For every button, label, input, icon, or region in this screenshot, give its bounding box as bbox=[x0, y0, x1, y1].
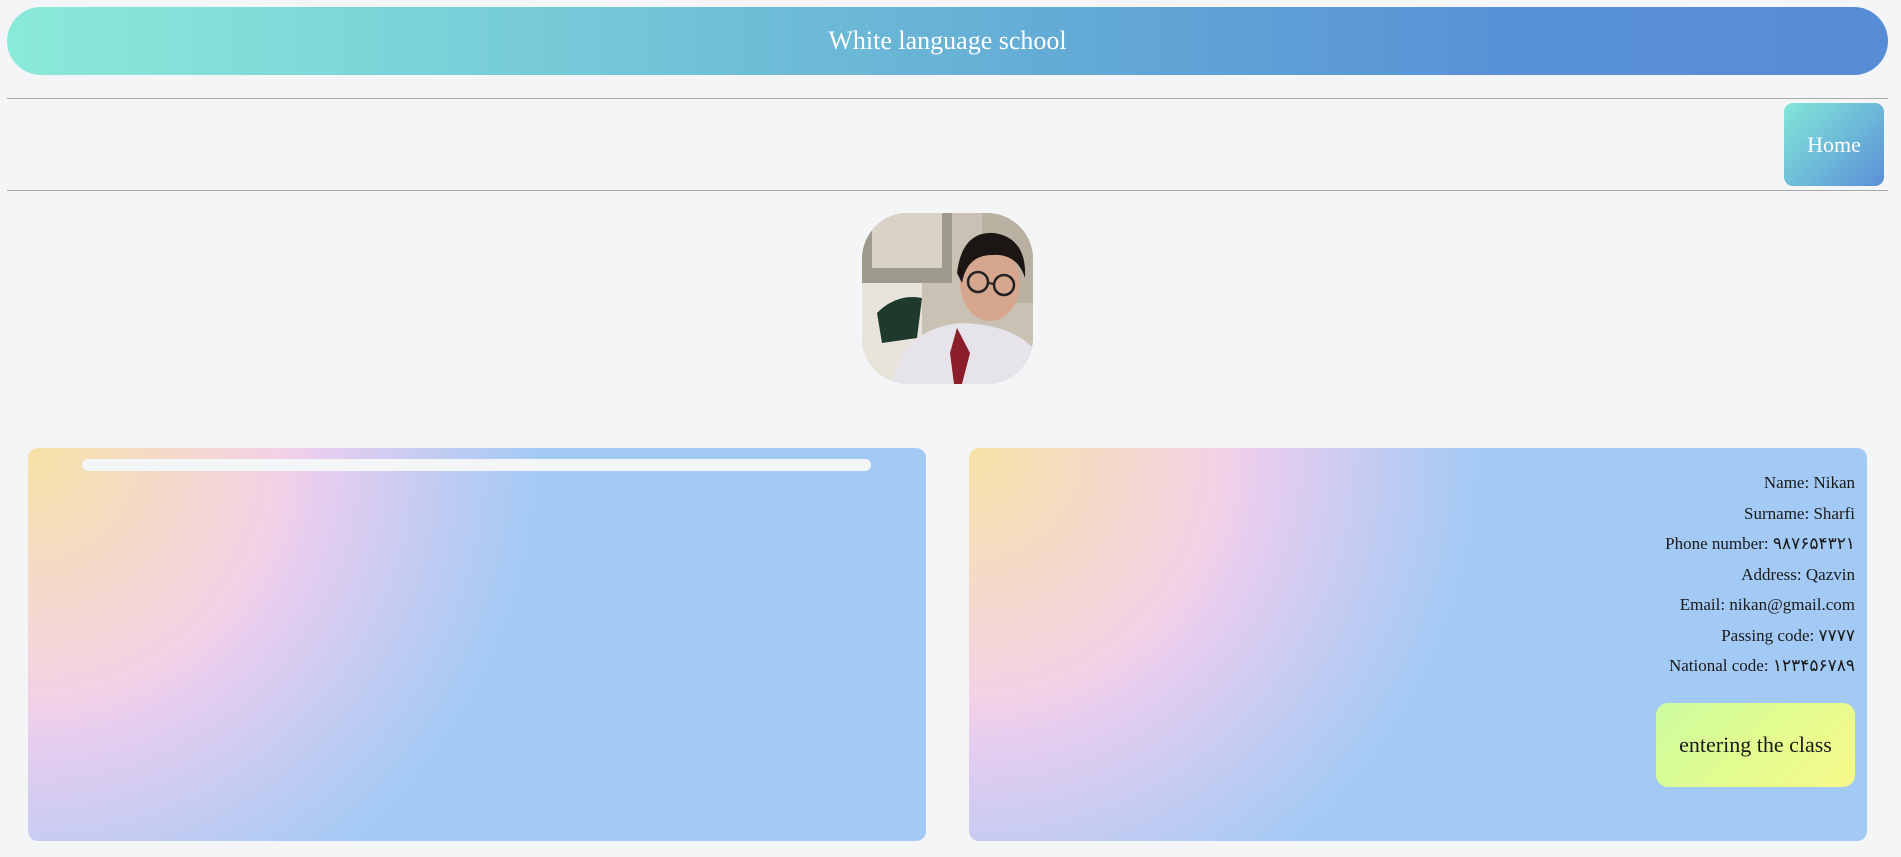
field-email: Email: nikan@gmail.com bbox=[1679, 595, 1855, 614]
student-photo-icon bbox=[862, 213, 1033, 384]
home-button-label: Home bbox=[1807, 131, 1861, 157]
enter-class-label: entering the class bbox=[1679, 732, 1832, 757]
field-passing-code: Passing code: ۷۷۷۷ bbox=[1721, 625, 1855, 645]
enter-class-button[interactable]: entering the class bbox=[1656, 703, 1855, 787]
divider-bottom bbox=[7, 190, 1888, 191]
profile-card: Name: Nikan Surname: Sharfi Phone number… bbox=[969, 448, 1867, 841]
home-button[interactable]: Home bbox=[1784, 103, 1884, 186]
field-name: Name: Nikan bbox=[1763, 473, 1855, 492]
divider-top bbox=[7, 98, 1888, 99]
field-national-code: National code: ۱۲۳۴۵۶۷۸۹ bbox=[1668, 656, 1855, 675]
avatar bbox=[862, 213, 1033, 384]
field-address: Address: Qazvin bbox=[1741, 564, 1855, 584]
class-panel bbox=[28, 448, 926, 841]
field-surname: Surname: Sharfi bbox=[1744, 503, 1855, 523]
field-phone-number: Phone number: ۹۸۷۶۵۴۳۲۱ bbox=[1665, 534, 1855, 553]
site-title: White language school bbox=[828, 26, 1067, 55]
profile-info: Name: Nikan Surname: Sharfi Phone number… bbox=[1665, 468, 1855, 682]
app-header: White language school bbox=[7, 7, 1888, 75]
horizontal-scrollbar[interactable] bbox=[82, 459, 871, 471]
